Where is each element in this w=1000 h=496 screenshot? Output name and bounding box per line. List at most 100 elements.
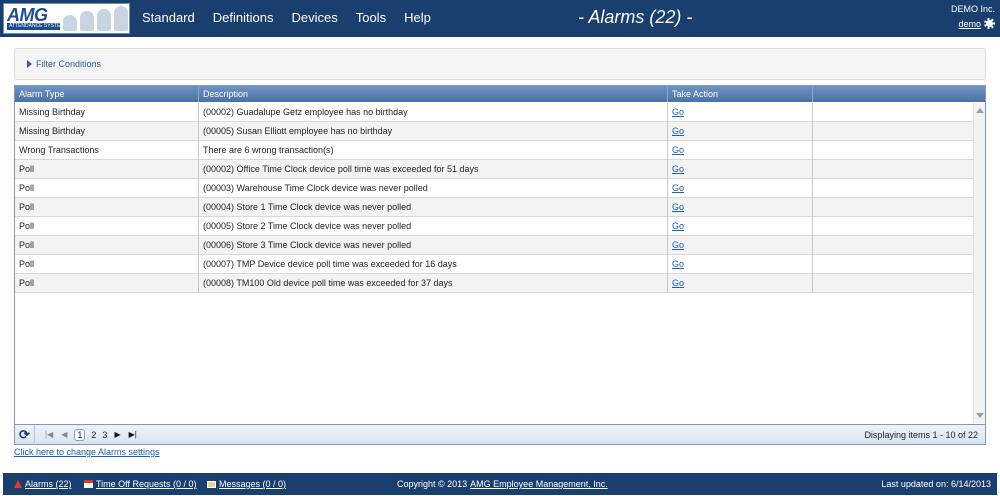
footer-alarms-link[interactable]: Alarms (22)	[25, 479, 72, 489]
logo-person-figure	[63, 15, 77, 31]
user-menu: demo	[958, 18, 995, 29]
expand-icon	[27, 60, 32, 68]
user-link[interactable]: demo	[958, 19, 981, 29]
company-link[interactable]: AMG Employee Management, Inc.	[470, 479, 608, 489]
logo-people-image	[60, 4, 131, 33]
main-nav: Standard Definitions Devices Tools Help	[142, 10, 449, 25]
company-name: DEMO Inc.	[950, 4, 995, 14]
table-row[interactable]: Poll (00004) Store 1 Time Clock device w…	[15, 198, 973, 217]
page-number-1[interactable]: 1	[74, 428, 86, 441]
cell-description: (00002) Guadalupe Getz employee has no b…	[199, 103, 668, 122]
page-number-2[interactable]: 2	[91, 430, 96, 440]
next-page-icon[interactable]: ▶	[114, 430, 120, 439]
go-link[interactable]: Go	[668, 198, 813, 217]
table-row[interactable]: Poll (00007) TMP Device device poll time…	[15, 255, 973, 274]
cell-description: (00003) Warehouse Time Clock device was …	[199, 179, 668, 198]
logo-brand: AMG	[7, 5, 48, 25]
footer-copyright: Copyright © 2013 AMG Employee Management…	[397, 479, 608, 489]
page-title: - Alarms (22) -	[578, 7, 693, 27]
scroll-up-icon[interactable]	[976, 108, 984, 113]
alarms-grid: Alarm Type Description Take Action Missi…	[14, 85, 986, 445]
go-link[interactable]: Go	[668, 236, 813, 255]
cell-alarm-type: Poll	[15, 236, 199, 255]
refresh-icon[interactable]: ⟳	[15, 424, 35, 445]
go-link[interactable]: Go	[668, 160, 813, 179]
cell-alarm-type: Missing Birthday	[15, 103, 199, 122]
table-row[interactable]: Poll (00006) Store 3 Time Clock device w…	[15, 236, 973, 255]
logo-person-figure	[80, 11, 94, 31]
table-row[interactable]: Wrong Transactions There are 6 wrong tra…	[15, 141, 973, 160]
header-bar: AMG ATTENDANCE SYSTEM Standard Definitio…	[0, 0, 1000, 37]
go-link[interactable]: Go	[668, 103, 813, 122]
go-link[interactable]: Go	[668, 141, 813, 160]
go-link[interactable]: Go	[668, 179, 813, 198]
logo-person-figure	[97, 9, 111, 31]
footer-messages[interactable]: Messages (0 / 0)	[207, 479, 286, 489]
cell-alarm-type: Poll	[15, 198, 199, 217]
footer-time-off[interactable]: Time Off Requests (0 / 0)	[84, 479, 197, 489]
table-row[interactable]: Poll (00002) Office Time Clock device po…	[15, 160, 973, 179]
app-logo[interactable]: AMG ATTENDANCE SYSTEM	[3, 3, 130, 34]
go-link[interactable]: Go	[668, 122, 813, 141]
table-row[interactable]: Missing Birthday (00005) Susan Elliott e…	[15, 122, 973, 141]
column-header-description[interactable]: Description	[199, 86, 668, 102]
page-number-3[interactable]: 3	[102, 430, 107, 440]
cell-alarm-type: Poll	[15, 255, 199, 274]
scroll-down-icon[interactable]	[976, 413, 984, 418]
last-page-icon[interactable]: ▶|	[129, 430, 137, 439]
grid-header: Alarm Type Description Take Action	[15, 86, 985, 102]
mail-icon	[207, 480, 216, 488]
footer-messages-link[interactable]: Messages (0 / 0)	[219, 479, 286, 489]
go-link[interactable]: Go	[668, 255, 813, 274]
grid-body: Missing Birthday (00002) Guadalupe Getz …	[15, 103, 973, 423]
gear-icon[interactable]	[984, 18, 995, 29]
table-row[interactable]: Poll (00003) Warehouse Time Clock device…	[15, 179, 973, 198]
alarms-settings-link[interactable]: Click here to change Alarms settings	[14, 447, 160, 457]
cell-description: (00005) Susan Elliott employee has no bi…	[199, 122, 668, 141]
table-row[interactable]: Missing Birthday (00002) Guadalupe Getz …	[15, 103, 973, 122]
prev-page-icon[interactable]: ◀	[61, 430, 67, 439]
go-link[interactable]: Go	[668, 274, 813, 293]
table-row[interactable]: Poll (00005) Store 2 Time Clock device w…	[15, 217, 973, 236]
nav-help[interactable]: Help	[404, 10, 431, 25]
go-link[interactable]: Go	[668, 217, 813, 236]
calendar-icon	[84, 480, 93, 488]
cell-description: (00002) Office Time Clock device poll ti…	[199, 160, 668, 179]
cell-description: (00008) TM100 Old device poll time was e…	[199, 274, 668, 293]
cell-alarm-type: Poll	[15, 217, 199, 236]
grid-pager: ⟳ |◀ ◀ 1 2 3 ▶ ▶| Displaying items 1 - 1…	[15, 424, 985, 445]
filter-panel: Filter Conditions	[14, 48, 986, 80]
footer-bar: Alarms (22) Time Off Requests (0 / 0) Me…	[3, 473, 997, 495]
logo-subtitle: ATTENDANCE SYSTEM	[7, 23, 65, 30]
nav-standard[interactable]: Standard	[142, 10, 195, 25]
column-header-filler	[813, 86, 985, 102]
footer-alarms[interactable]: Alarms (22)	[14, 479, 72, 489]
last-updated: Last updated on: 6/14/2013	[881, 479, 991, 489]
logo-person-figure	[114, 6, 128, 31]
cell-description: (00006) Store 3 Time Clock device was ne…	[199, 236, 668, 255]
cell-alarm-type: Poll	[15, 274, 199, 293]
filter-conditions-toggle[interactable]: Filter Conditions	[27, 59, 101, 69]
filter-conditions-label: Filter Conditions	[36, 59, 102, 69]
cell-description: (00007) TMP Device device poll time was …	[199, 255, 668, 274]
alarm-icon	[14, 480, 22, 488]
column-header-alarm-type[interactable]: Alarm Type	[15, 86, 199, 102]
column-header-take-action[interactable]: Take Action	[668, 86, 813, 102]
pager-display-text: Displaying items 1 - 10 of 22	[864, 430, 978, 440]
cell-description: There are 6 wrong transaction(s)	[199, 141, 668, 160]
grid-scrollbar[interactable]	[973, 103, 985, 423]
table-row[interactable]: Poll (00008) TM100 Old device poll time …	[15, 274, 973, 293]
nav-devices[interactable]: Devices	[291, 10, 337, 25]
footer-time-off-link[interactable]: Time Off Requests (0 / 0)	[96, 479, 197, 489]
nav-tools[interactable]: Tools	[356, 10, 386, 25]
cell-alarm-type: Missing Birthday	[15, 122, 199, 141]
copyright-text: Copyright © 2013	[397, 479, 468, 489]
cell-description: (00005) Store 2 Time Clock device was ne…	[199, 217, 668, 236]
first-page-icon[interactable]: |◀	[45, 430, 53, 439]
cell-alarm-type: Wrong Transactions	[15, 141, 199, 160]
cell-description: (00004) Store 1 Time Clock device was ne…	[199, 198, 668, 217]
nav-definitions[interactable]: Definitions	[213, 10, 274, 25]
cell-alarm-type: Poll	[15, 160, 199, 179]
cell-alarm-type: Poll	[15, 179, 199, 198]
logo-text-block: AMG ATTENDANCE SYSTEM	[4, 4, 65, 33]
